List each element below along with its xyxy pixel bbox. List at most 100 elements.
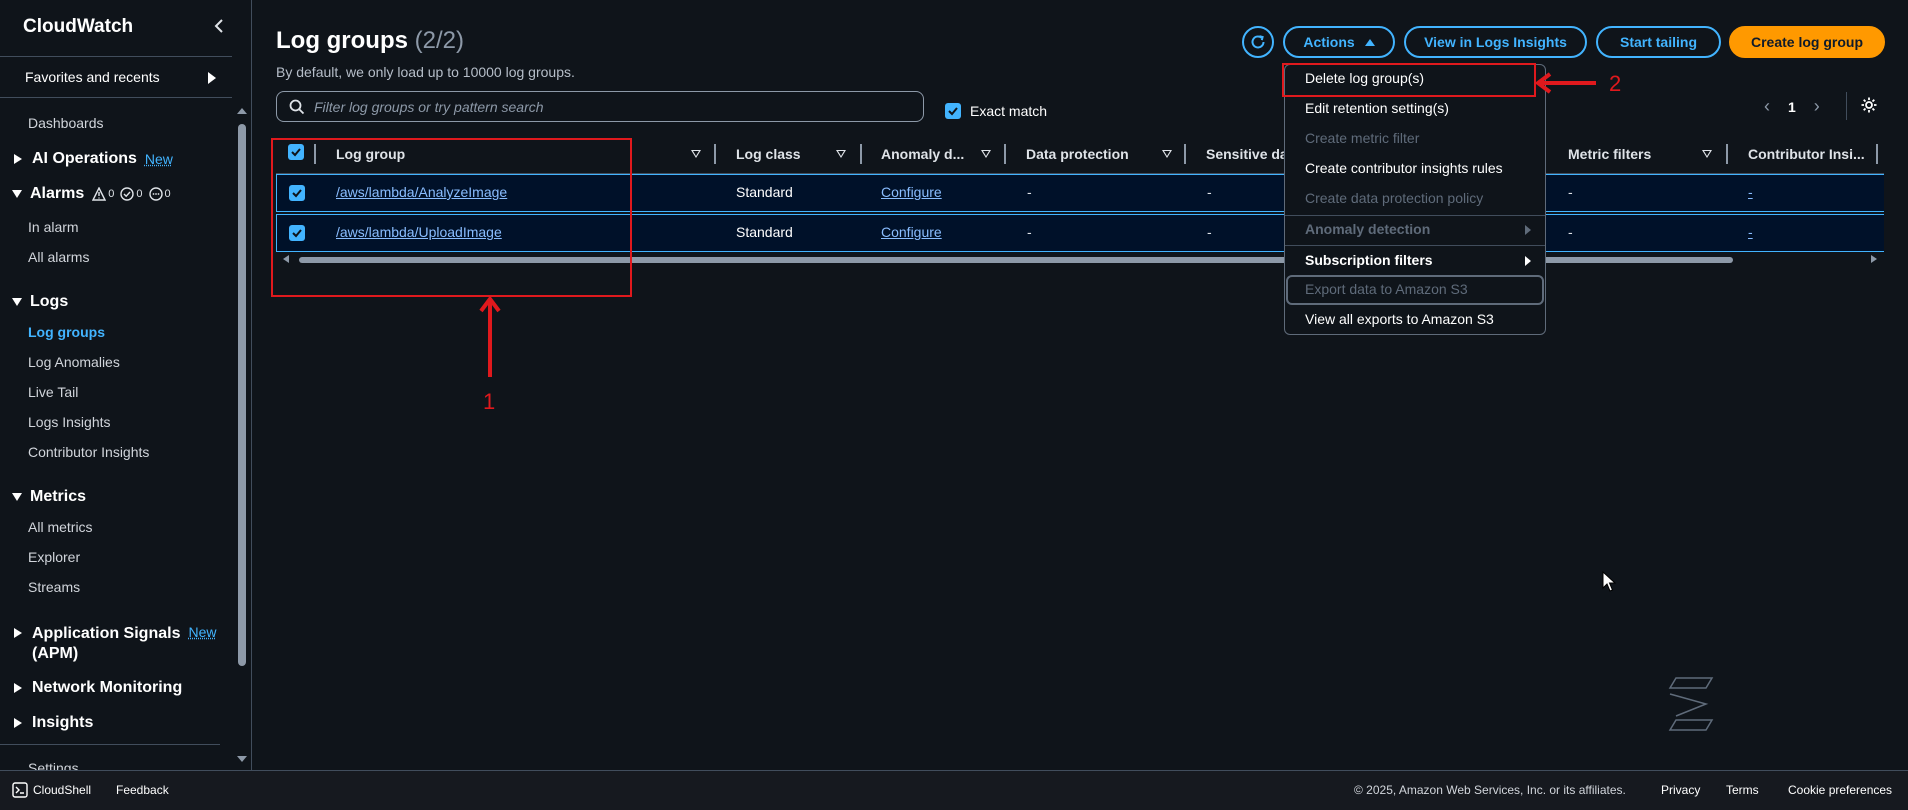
scrollbar-thumb[interactable] (238, 124, 246, 666)
network-monitoring-label: Network Monitoring (32, 679, 183, 696)
configure-link[interactable]: Configure (881, 224, 942, 240)
sensitive-data-cell: - (1207, 224, 1212, 240)
caret-down-icon (12, 493, 22, 501)
nav-logs[interactable]: Logs (12, 293, 68, 311)
menu-divider (1285, 245, 1545, 246)
next-page-icon[interactable]: › (1814, 96, 1820, 117)
column-divider[interactable] (714, 144, 716, 164)
menu-item-edit-retention[interactable]: Edit retention setting(s) (1305, 100, 1449, 116)
nav-in-alarm[interactable]: In alarm (28, 219, 79, 235)
contributor-insights-cell[interactable]: - (1748, 224, 1753, 240)
column-header-sensitive-data[interactable]: Sensitive da (1206, 146, 1288, 162)
contributor-insights-cell[interactable]: - (1748, 184, 1753, 200)
insights-label: Insights (32, 714, 94, 731)
logo-mark-icon (1668, 677, 1714, 731)
new-badge: New (188, 624, 217, 640)
checkbox-checked-icon[interactable] (945, 103, 961, 119)
refresh-icon (1251, 35, 1265, 49)
gear-icon[interactable] (1860, 96, 1878, 119)
log-class-cell: Standard (736, 184, 793, 200)
application-signals-label: Application Signals (APM) (32, 624, 180, 664)
menu-item-subscription-filters[interactable]: Subscription filters (1305, 252, 1433, 268)
menu-item-create-contributor-insights-rules[interactable]: Create contributor insights rules (1305, 160, 1503, 176)
service-title[interactable]: CloudWatch (23, 16, 133, 38)
cookie-preferences-link[interactable]: Cookie preferences (1788, 783, 1892, 797)
favorites-and-recents[interactable]: Favorites and recents (0, 56, 232, 98)
log-class-cell: Standard (736, 224, 793, 240)
caret-right-icon (14, 628, 22, 638)
column-header-metric-filters[interactable]: Metric filters (1568, 146, 1651, 162)
configure-link[interactable]: Configure (881, 184, 942, 200)
sort-icon[interactable] (981, 150, 991, 158)
exact-match-checkbox[interactable]: Exact match (945, 103, 1047, 119)
scroll-down-icon[interactable] (237, 756, 247, 762)
current-page[interactable]: 1 (1788, 99, 1796, 115)
previous-page-icon[interactable]: ‹ (1764, 96, 1770, 117)
caret-right-icon (14, 154, 22, 164)
caret-up-icon (1364, 38, 1375, 46)
nav-metrics[interactable]: Metrics (12, 488, 86, 506)
sidebar-divider (0, 744, 220, 745)
column-divider[interactable] (1726, 144, 1728, 164)
nav-log-anomalies[interactable]: Log Anomalies (28, 354, 120, 370)
column-header-contributor-insights[interactable]: Contributor Insi... (1748, 146, 1865, 162)
new-badge: New (144, 151, 173, 167)
column-divider[interactable] (1876, 144, 1878, 164)
column-divider[interactable] (860, 144, 862, 164)
privacy-link[interactable]: Privacy (1661, 783, 1700, 797)
column-divider[interactable] (1004, 144, 1006, 164)
actions-button[interactable]: Actions (1283, 26, 1395, 58)
terms-link[interactable]: Terms (1726, 783, 1759, 797)
pager-divider (1846, 92, 1847, 120)
annotation-label-2: 2 (1609, 71, 1622, 96)
sort-icon[interactable] (691, 150, 701, 158)
column-divider[interactable] (1184, 144, 1186, 164)
menu-item-view-all-exports[interactable]: View all exports to Amazon S3 (1305, 311, 1494, 327)
nav-streams[interactable]: Streams (28, 579, 80, 595)
cloudshell-link[interactable]: CloudShell (33, 783, 91, 797)
nav-all-alarms[interactable]: All alarms (28, 249, 89, 265)
start-tailing-button[interactable]: Start tailing (1596, 26, 1721, 58)
scroll-right-icon[interactable] (1871, 255, 1877, 263)
nav-ai-operations[interactable]: AI Operations New (12, 150, 173, 168)
cloudshell-icon[interactable] (12, 782, 28, 803)
alarm-status-counts: 0 0 0 (88, 187, 171, 201)
annotation-label-1: 1 (483, 389, 496, 414)
nav-network-monitoring[interactable]: Network Monitoring (12, 679, 182, 697)
sort-icon[interactable] (1702, 150, 1712, 158)
column-header-data-protection[interactable]: Data protection (1026, 146, 1129, 162)
nav-contributor-insights[interactable]: Contributor Insights (28, 444, 149, 460)
nav-live-tail[interactable]: Live Tail (28, 384, 78, 400)
data-protection-cell: - (1027, 184, 1032, 200)
nav-logs-insights[interactable]: Logs Insights (28, 414, 111, 430)
sort-icon[interactable] (836, 150, 846, 158)
selection-count: (2/2) (414, 27, 465, 54)
column-header-anomaly-detection[interactable]: Anomaly d... (881, 146, 964, 162)
create-log-group-button[interactable]: Create log group (1729, 26, 1885, 58)
sort-icon[interactable] (1162, 150, 1172, 158)
mouse-cursor-icon (1602, 571, 1616, 592)
nav-settings[interactable]: Settings (28, 760, 79, 770)
exact-match-label: Exact match (970, 103, 1048, 119)
view-in-logs-insights-button[interactable]: View in Logs Insights (1404, 26, 1587, 58)
page-description: By default, we only load up to 10000 log… (276, 64, 575, 80)
submenu-arrow-icon (1525, 225, 1531, 235)
actions-dropdown-menu: Delete log group(s) Edit retention setti… (1284, 64, 1546, 335)
ellipsis-circle-icon (148, 187, 163, 201)
sidebar-scrollbar[interactable] (236, 104, 248, 766)
sensitive-data-cell: - (1207, 184, 1212, 200)
nav-dashboards[interactable]: Dashboards (28, 115, 104, 131)
collapse-sidebar-icon[interactable] (213, 16, 229, 36)
scroll-up-icon[interactable] (237, 108, 247, 114)
column-header-log-class[interactable]: Log class (736, 146, 801, 162)
nav-explorer[interactable]: Explorer (28, 549, 80, 565)
nav-insights[interactable]: Insights (12, 714, 93, 732)
nav-application-signals[interactable]: Application Signals (APM) New (12, 624, 216, 664)
search-input[interactable]: Filter log groups or try pattern search (276, 91, 924, 122)
nav-log-groups[interactable]: Log groups (28, 324, 105, 340)
alarm-count-ok: 0 (136, 188, 143, 200)
refresh-button[interactable] (1242, 26, 1274, 58)
nav-all-metrics[interactable]: All metrics (28, 519, 93, 535)
feedback-link[interactable]: Feedback (116, 783, 169, 797)
nav-alarms[interactable]: Alarms 0 0 0 (12, 185, 171, 203)
